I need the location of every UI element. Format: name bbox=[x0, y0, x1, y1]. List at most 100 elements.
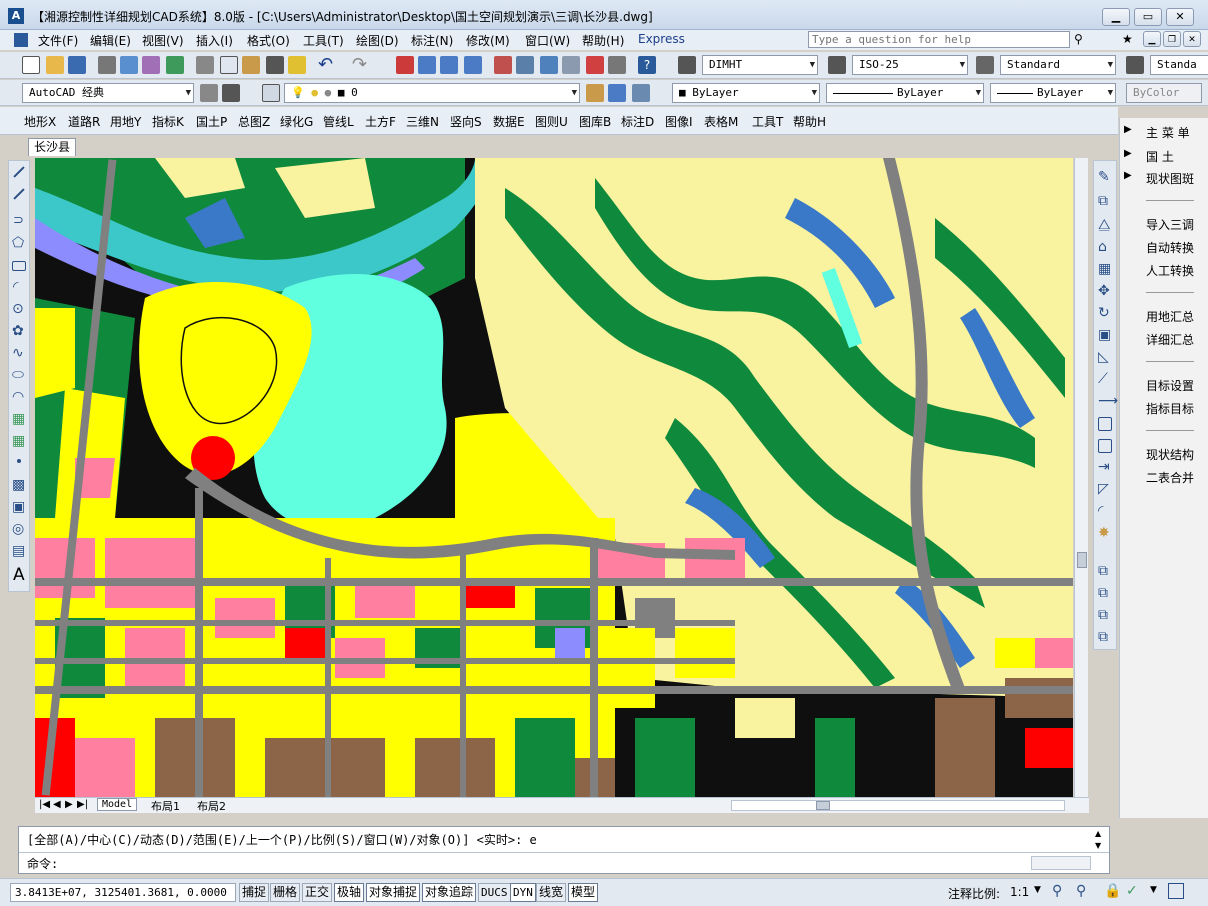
polyline-icon[interactable]: ⊃ bbox=[13, 213, 24, 228]
insert-block-icon[interactable]: ▦ bbox=[12, 411, 25, 427]
draworder-back-icon[interactable]: ⧉ bbox=[1098, 585, 1108, 601]
autocad-logo-icon[interactable]: A bbox=[8, 8, 24, 24]
plot-icon[interactable] bbox=[166, 56, 184, 74]
circle-icon[interactable]: ⊙ bbox=[12, 301, 24, 317]
extend-icon[interactable]: ⟶ bbox=[1098, 393, 1118, 409]
chevron-down-icon[interactable]: ▼ bbox=[1150, 885, 1157, 895]
match-properties-icon[interactable] bbox=[266, 56, 284, 74]
tab-last-icon[interactable]: ▶| bbox=[77, 799, 88, 810]
help-search-input[interactable] bbox=[808, 31, 1070, 48]
table-style-icon[interactable] bbox=[976, 56, 994, 74]
linetype-combo[interactable]: ByLayer ▼ bbox=[826, 83, 984, 103]
workspace-settings-icon[interactable] bbox=[200, 84, 218, 102]
doc-minimize-icon[interactable]: ▁ bbox=[1143, 31, 1161, 47]
cn-menu-3d[interactable]: 三维N bbox=[406, 113, 439, 130]
cn-menu-data[interactable]: 数据E bbox=[493, 113, 525, 130]
panel-import-survey[interactable]: 导入三调 bbox=[1146, 216, 1194, 233]
undo-icon[interactable]: ↶ bbox=[318, 54, 333, 75]
toggle-ducs[interactable]: DUCS bbox=[478, 883, 511, 902]
panel-manual-convert[interactable]: 人工转换 bbox=[1146, 262, 1194, 279]
cn-menu-road[interactable]: 道路R bbox=[68, 113, 100, 130]
scale-icon[interactable]: ▣ bbox=[1098, 327, 1111, 343]
break-icon[interactable] bbox=[1098, 439, 1112, 453]
cn-menu-table[interactable]: 表格M bbox=[704, 113, 738, 130]
open-folder-icon[interactable] bbox=[46, 56, 64, 74]
command-hscroll[interactable] bbox=[1031, 856, 1091, 870]
chevron-down-icon[interactable]: ▼ bbox=[1034, 885, 1041, 895]
ellipse-arc-icon[interactable]: ◠ bbox=[12, 389, 24, 405]
rotate-icon[interactable]: ↻ bbox=[1098, 305, 1110, 321]
tab-model[interactable]: Model bbox=[97, 798, 138, 811]
join-icon[interactable]: ⇥ bbox=[1098, 459, 1110, 475]
text-style-icon[interactable] bbox=[678, 56, 696, 74]
mirror-icon[interactable]: ⧋ bbox=[1098, 217, 1111, 233]
scroll-up-icon[interactable]: ▲ bbox=[1095, 829, 1101, 838]
print-icon[interactable] bbox=[98, 56, 116, 74]
new-file-icon[interactable] bbox=[22, 56, 40, 74]
array-icon[interactable]: ▦ bbox=[1098, 261, 1111, 277]
table-icon[interactable]: ▤ bbox=[12, 543, 25, 559]
make-current-icon[interactable] bbox=[586, 84, 604, 102]
minimize-icon[interactable]: ▁ bbox=[1102, 8, 1130, 26]
save-icon[interactable] bbox=[68, 56, 86, 74]
move-icon[interactable]: ✥ bbox=[1098, 283, 1110, 299]
doc-close-icon[interactable]: ✕ bbox=[1183, 31, 1201, 47]
star-icon[interactable]: ★ bbox=[1122, 32, 1133, 46]
pan-icon[interactable] bbox=[396, 56, 414, 74]
cn-menu-terrain[interactable]: 地形X bbox=[24, 113, 56, 130]
annotation-scale-value[interactable]: 1:1 bbox=[1010, 885, 1029, 899]
cn-menu-pipeline[interactable]: 管线L bbox=[323, 113, 354, 130]
tab-first-icon[interactable]: |◀ bbox=[39, 799, 50, 810]
workspace-save-icon[interactable] bbox=[222, 84, 240, 102]
menu-format[interactable]: 格式(O) bbox=[247, 32, 290, 49]
tab-layout2[interactable]: 布局2 bbox=[193, 798, 230, 814]
toggle-lineweight[interactable]: 线宽 bbox=[536, 883, 567, 902]
cn-menu-drawing-rules[interactable]: 图则U bbox=[535, 113, 568, 130]
layer-combo[interactable]: 💡 ● ● ■ 0 ▼ bbox=[284, 83, 580, 103]
vertical-scrollbar[interactable] bbox=[1074, 158, 1088, 797]
toggle-dyn[interactable]: DYN bbox=[510, 883, 536, 902]
cn-menu-vertical[interactable]: 竖向S bbox=[450, 113, 482, 130]
properties-icon[interactable] bbox=[494, 56, 512, 74]
rectangle-icon[interactable] bbox=[12, 261, 26, 271]
menu-tools[interactable]: 工具(T) bbox=[303, 32, 344, 49]
menu-dimension[interactable]: 标注(N) bbox=[411, 32, 453, 49]
menu-edit[interactable]: 编辑(E) bbox=[90, 32, 131, 49]
coordinate-readout[interactable]: 3.8413E+07, 3125401.3681, 0.0000 bbox=[10, 883, 236, 902]
panel-current-patches[interactable]: 现状图斑 bbox=[1146, 170, 1194, 187]
make-block-icon[interactable]: ▦ bbox=[12, 433, 25, 449]
panel-index-targets[interactable]: 指标目标 bbox=[1146, 400, 1194, 417]
trim-icon[interactable]: ⟋ bbox=[1098, 371, 1108, 387]
hscroll-thumb[interactable] bbox=[816, 801, 830, 810]
multileader-style-icon[interactable] bbox=[1126, 56, 1144, 74]
menu-view[interactable]: 视图(V) bbox=[142, 32, 184, 49]
textstyle-combo[interactable]: Standard ▼ bbox=[1000, 55, 1116, 75]
construction-line-icon[interactable] bbox=[13, 188, 25, 200]
panel-territory[interactable]: 国 土 bbox=[1146, 148, 1174, 165]
search-icon[interactable]: ⚲ bbox=[1074, 32, 1083, 46]
clean-screen-icon[interactable] bbox=[1168, 883, 1184, 899]
fillet-icon[interactable]: ◜ bbox=[1098, 503, 1103, 519]
menu-file[interactable]: 文件(F) bbox=[38, 32, 78, 49]
paste-icon[interactable] bbox=[242, 56, 260, 74]
document-tab[interactable]: 长沙县 bbox=[28, 138, 76, 156]
cn-menu-tools[interactable]: 工具T bbox=[752, 113, 783, 130]
markup-icon[interactable] bbox=[586, 56, 604, 74]
tablestyle-combo[interactable]: Standa bbox=[1150, 55, 1208, 75]
draworder-above-icon[interactable]: ⧉ bbox=[1098, 607, 1108, 623]
tool-palettes-icon[interactable] bbox=[540, 56, 558, 74]
cn-menu-help[interactable]: 帮助H bbox=[793, 113, 826, 130]
offset-icon[interactable]: ⌂ bbox=[1098, 239, 1107, 255]
menu-help[interactable]: 帮助(H) bbox=[582, 32, 624, 49]
toggle-ortho[interactable]: 正交 bbox=[302, 883, 333, 902]
zoom-window-icon[interactable] bbox=[440, 56, 458, 74]
spline-icon[interactable]: ∿ bbox=[12, 345, 24, 361]
dim-standard-combo[interactable]: ISO-25 ▼ bbox=[852, 55, 968, 75]
sheet-set-icon[interactable] bbox=[562, 56, 580, 74]
workspace-combo[interactable]: AutoCAD 经典 ▼ bbox=[22, 83, 194, 103]
cn-menu-greening[interactable]: 绿化G bbox=[280, 113, 313, 130]
panel-detailed-summary[interactable]: 详细汇总 bbox=[1146, 331, 1194, 348]
document-icon[interactable] bbox=[14, 33, 28, 47]
help-icon[interactable]: ? bbox=[638, 56, 656, 74]
block-editor-icon[interactable] bbox=[288, 56, 306, 74]
